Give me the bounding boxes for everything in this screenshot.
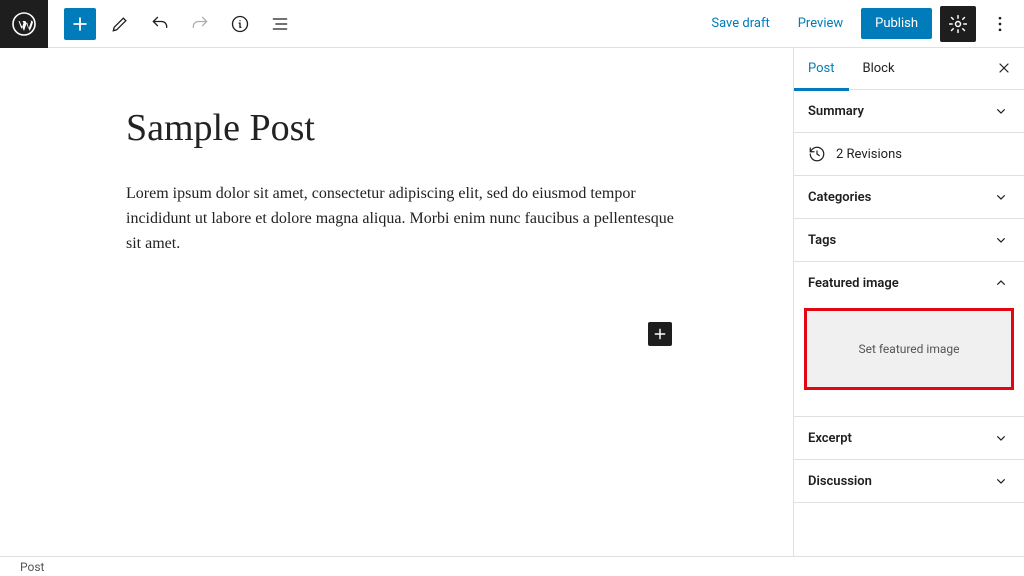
close-icon[interactable] <box>992 56 1016 80</box>
redo-icon[interactable] <box>184 8 216 40</box>
chevron-down-icon <box>992 472 1010 490</box>
outline-icon[interactable] <box>264 8 296 40</box>
revisions-label: 2 Revisions <box>836 147 902 162</box>
block-appender-button[interactable] <box>648 322 672 346</box>
panel-featured-image: Featured image Set featured image <box>794 262 1024 417</box>
wordpress-logo[interactable] <box>0 0 48 48</box>
panel-summary-label: Summary <box>808 104 864 119</box>
panel-summary-header[interactable]: Summary <box>794 90 1024 132</box>
panel-discussion-header[interactable]: Discussion <box>794 460 1024 502</box>
panel-discussion-label: Discussion <box>808 474 872 489</box>
editor-footer: Post <box>0 556 1024 576</box>
chevron-down-icon <box>992 102 1010 120</box>
chevron-down-icon <box>992 188 1010 206</box>
chevron-down-icon <box>992 231 1010 249</box>
panel-discussion: Discussion <box>794 460 1024 503</box>
right-tools: Save draft Preview Publish <box>701 6 1024 42</box>
panel-featured-image-label: Featured image <box>808 276 899 291</box>
more-menu-icon[interactable] <box>984 6 1016 42</box>
panel-categories: Categories <box>794 176 1024 219</box>
panel-excerpt: Excerpt <box>794 417 1024 460</box>
revisions-row[interactable]: 2 Revisions <box>794 133 1024 176</box>
set-featured-image-button[interactable]: Set featured image <box>804 308 1014 390</box>
sidebar-tabs: Post Block <box>794 48 1024 90</box>
panel-categories-label: Categories <box>808 190 871 205</box>
chevron-down-icon <box>992 429 1010 447</box>
settings-sidebar: Post Block Summary 2 Revisions Categorie… <box>793 48 1024 556</box>
settings-button[interactable] <box>940 6 976 42</box>
editor-canvas[interactable]: Sample Post Lorem ipsum dolor sit amet, … <box>0 48 793 556</box>
edit-icon[interactable] <box>104 8 136 40</box>
undo-icon[interactable] <box>144 8 176 40</box>
panel-tags-header[interactable]: Tags <box>794 219 1024 261</box>
breadcrumb[interactable]: Post <box>20 560 44 574</box>
preview-button[interactable]: Preview <box>788 10 853 37</box>
chevron-up-icon <box>992 274 1010 292</box>
tab-post[interactable]: Post <box>794 48 849 90</box>
tab-block[interactable]: Block <box>849 48 909 90</box>
panel-categories-header[interactable]: Categories <box>794 176 1024 218</box>
publish-button[interactable]: Publish <box>861 8 932 39</box>
history-icon <box>808 145 826 163</box>
left-tools <box>48 8 296 40</box>
panel-excerpt-header[interactable]: Excerpt <box>794 417 1024 459</box>
panel-tags: Tags <box>794 219 1024 262</box>
panel-excerpt-label: Excerpt <box>808 431 852 446</box>
block-inserter-button[interactable] <box>64 8 96 40</box>
panel-tags-label: Tags <box>808 233 836 248</box>
top-toolbar: Save draft Preview Publish <box>0 0 1024 48</box>
save-draft-button[interactable]: Save draft <box>701 10 779 37</box>
post-body[interactable]: Lorem ipsum dolor sit amet, consectetur … <box>126 182 686 257</box>
panel-featured-image-header[interactable]: Featured image <box>794 262 1024 304</box>
panel-summary: Summary <box>794 90 1024 133</box>
info-icon[interactable] <box>224 8 256 40</box>
post-title[interactable]: Sample Post <box>126 106 793 150</box>
